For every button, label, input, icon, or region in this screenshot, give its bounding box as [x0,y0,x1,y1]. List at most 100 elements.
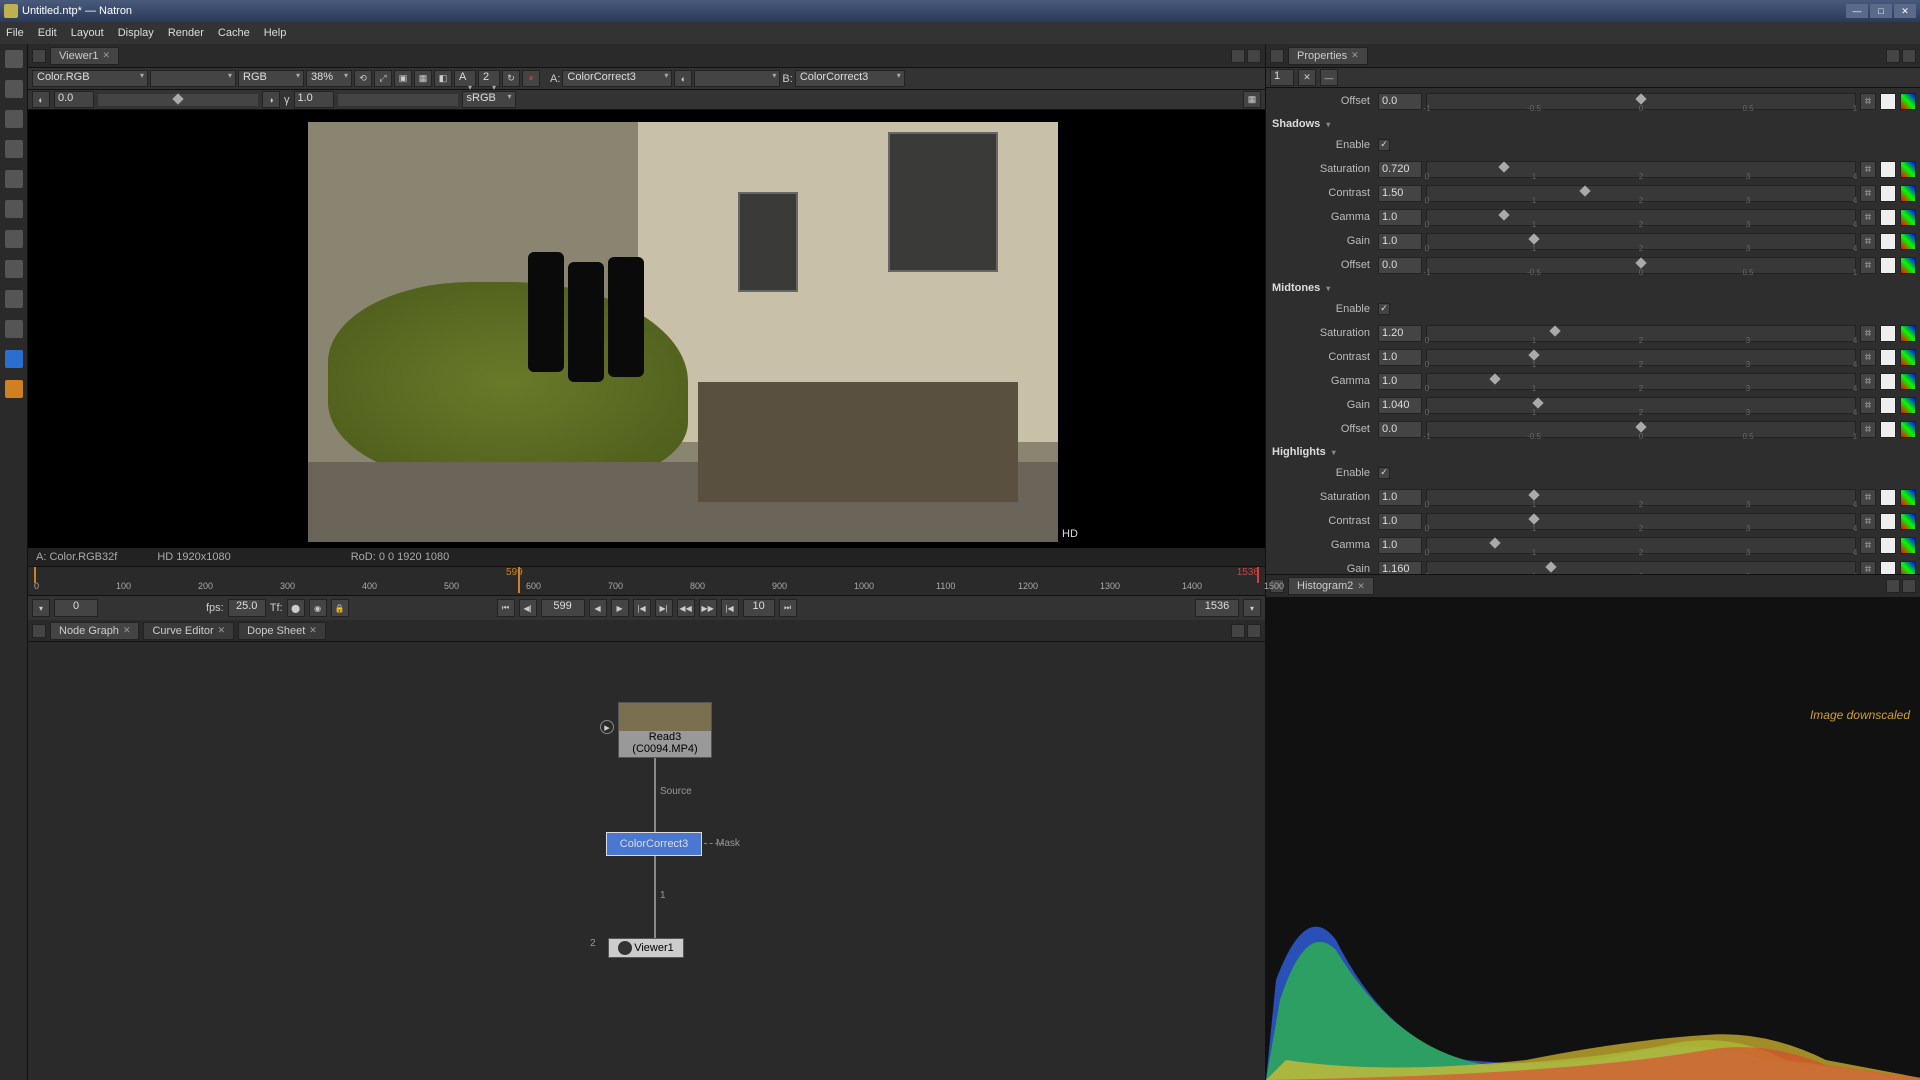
gain-slider[interactable] [98,94,258,106]
properties-tab[interactable]: Properties ✕ [1288,47,1368,65]
param-slider[interactable]: 01234 [1426,349,1856,366]
last-frame-icon[interactable]: ⏭ [779,599,797,617]
split-icon[interactable] [1886,579,1900,593]
color-swatch[interactable] [1880,161,1896,178]
color-swatch[interactable] [1880,325,1896,342]
colorspace-select[interactable]: sRGB [462,91,516,108]
pause-icon[interactable]: ⏸ [522,70,540,87]
timeline-ruler[interactable]: 599 1536 0100200300400500600700800900100… [28,566,1265,596]
param-slider[interactable]: 01234 [1426,161,1856,178]
prev-key-icon[interactable]: ◀| [519,599,537,617]
color-swatch[interactable] [1880,233,1896,250]
gain-toggle-icon[interactable]: ◐ [32,91,50,108]
anim-menu-icon[interactable]: ⵌ [1860,185,1876,202]
minimize-button[interactable]: — [1846,4,1868,18]
edge[interactable] [654,856,656,938]
anim-menu-icon[interactable]: ⵌ [1860,373,1876,390]
wand-tool-icon[interactable] [5,230,23,248]
viewer-tab[interactable]: Viewer1 ✕ [50,47,119,65]
zoom-select[interactable]: 38% [306,70,352,87]
anim-menu-icon[interactable]: ⵌ [1860,537,1876,554]
anim-menu-icon[interactable]: ⵌ [1860,489,1876,506]
anim-menu-icon[interactable]: ⵌ [1860,257,1876,274]
fps-input[interactable]: 25.0 [228,599,266,617]
anim-menu-icon[interactable]: ⵌ [1860,93,1876,110]
start-frame-input[interactable]: 0 [54,599,98,617]
param-slider[interactable]: -1-0.500.51 [1426,421,1856,438]
clip-icon[interactable]: ▣ [394,70,412,87]
rgba-swatch[interactable] [1900,561,1916,575]
section-highlights[interactable]: Highlights▾ [1270,442,1916,462]
prev-incr-icon[interactable]: ◀◀ [677,599,695,617]
curveeditor-tab[interactable]: Curve Editor✕ [143,622,234,640]
gamma-slider[interactable] [338,94,458,106]
param-value-input[interactable]: 1.0 [1378,489,1422,506]
read-node[interactable]: Read3 (C0094.MP4) [618,702,712,758]
close-button[interactable]: ✕ [1894,4,1916,18]
color-swatch[interactable] [1880,537,1896,554]
color-swatch[interactable] [1880,209,1896,226]
aspect-b-select[interactable]: 2 [478,70,500,87]
color-swatch[interactable] [1880,489,1896,506]
enable-checkbox[interactable] [1378,139,1390,151]
sync-icon[interactable]: ⟲ [354,70,372,87]
wipe-mode-select[interactable] [694,70,780,87]
param-value-input[interactable]: 0.0 [1378,257,1422,274]
param-value-input[interactable]: 1.160 [1378,561,1422,575]
pane-float-icon[interactable] [32,624,46,638]
loop-icon[interactable]: ▾ [32,599,50,617]
param-value-input[interactable]: 1.0 [1378,373,1422,390]
menu-cache[interactable]: Cache [218,27,250,39]
input-a-select[interactable]: ColorCorrect3 [562,70,672,87]
gamma-input[interactable]: 1.0 [294,91,334,108]
step-input[interactable]: 10 [743,599,775,617]
param-value-input[interactable]: 1.0 [1378,233,1422,250]
rgba-swatch[interactable] [1900,421,1916,438]
close-icon[interactable]: ✕ [218,625,226,636]
param-slider[interactable]: 01234 [1426,373,1856,390]
color-swatch[interactable] [1880,513,1896,530]
menu-file[interactable]: File [6,27,24,39]
rgba-swatch[interactable] [1900,185,1916,202]
param-slider[interactable]: -1-0.500.51 [1426,93,1856,110]
param-value-input[interactable]: 1.0 [1378,537,1422,554]
rgba-swatch[interactable] [1900,209,1916,226]
colorcorrect-node[interactable]: ColorCorrect3 [606,832,702,856]
anim-menu-icon[interactable]: ⵌ [1860,233,1876,250]
layer-select[interactable]: Color.RGB [32,70,148,87]
viewer-node[interactable]: Viewer1 [608,938,684,958]
close-icon[interactable]: ✕ [309,625,317,636]
param-value-input[interactable]: 1.040 [1378,397,1422,414]
param-slider[interactable]: 01234 [1426,325,1856,342]
proxy-icon[interactable]: ◧ [434,70,452,87]
histogram-tab[interactable]: Histogram2 ✕ [1288,577,1374,595]
range-lock-icon[interactable]: 🔒 [331,599,349,617]
dot-tool-icon[interactable] [5,290,23,308]
histogram-canvas[interactable]: Image downscaled [1266,598,1920,1080]
play-fwd-icon[interactable]: ▶ [611,599,629,617]
close-icon[interactable]: ✕ [123,625,131,636]
menu-display[interactable]: Display [118,27,154,39]
rgba-swatch[interactable] [1900,537,1916,554]
param-slider[interactable]: 01234 [1426,489,1856,506]
color-swatch[interactable] [1880,93,1896,110]
maximize-pane-icon[interactable] [1902,579,1916,593]
param-slider[interactable]: 01234 [1426,561,1856,575]
param-slider[interactable]: 01234 [1426,513,1856,530]
param-slider[interactable]: 01234 [1426,185,1856,202]
play-back-icon[interactable]: ◀ [589,599,607,617]
maximize-pane-icon[interactable] [1902,49,1916,63]
node-eye-icon[interactable]: ▸ [600,720,614,734]
anim-menu-icon[interactable]: ⵌ [1860,209,1876,226]
anim-menu-icon[interactable]: ⵌ [1860,513,1876,530]
param-value-input[interactable]: 0.0 [1378,421,1422,438]
param-value-input[interactable]: 1.20 [1378,325,1422,342]
menu-layout[interactable]: Layout [71,27,104,39]
text-tool-icon[interactable] [5,320,23,338]
fullres-icon[interactable]: ▦ [414,70,432,87]
link-tool-icon[interactable] [5,260,23,278]
input-b-select[interactable]: ColorCorrect3 [795,70,905,87]
param-value-input[interactable]: 0.720 [1378,161,1422,178]
alpha-select[interactable] [150,70,236,87]
split-icon[interactable] [1886,49,1900,63]
